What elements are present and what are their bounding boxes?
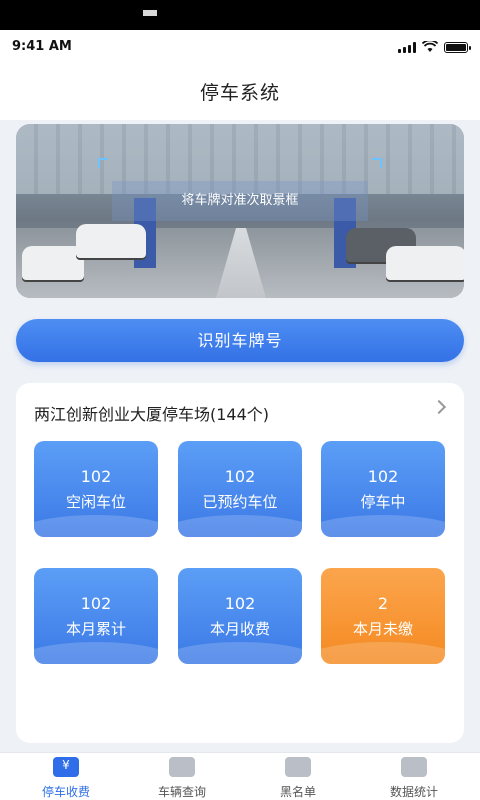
- camera-notch: [143, 10, 157, 16]
- parking-lot-title[interactable]: 两江创新创业大厦停车场(144个): [34, 401, 269, 425]
- top-bezel: [0, 0, 480, 30]
- tab-label: 数据统计: [389, 785, 438, 799]
- stat-tile-reserved[interactable]: 102 已预约车位: [178, 441, 302, 537]
- chevron-right-icon[interactable]: [431, 399, 447, 415]
- yen-icon: [53, 757, 79, 777]
- viewfinder-hint: 将车牌对准次取景框: [112, 181, 368, 221]
- parking-lot-card: 两江创新创业大厦停车场(144个) 102 空闲车位 102 已预约车位 102…: [16, 383, 464, 743]
- status-icons: [398, 41, 471, 53]
- blacklist-icon: [285, 757, 311, 777]
- tab-parking-fees[interactable]: 停车收费: [16, 757, 116, 800]
- status-bar: 9:41 AM: [0, 30, 480, 66]
- viewfinder-corner: [98, 158, 108, 168]
- page-title: 停车系统: [199, 82, 280, 104]
- stat-value: 102: [80, 467, 112, 486]
- stat-tile-free[interactable]: 102 空闲车位: [34, 441, 158, 537]
- stat-value: 102: [224, 467, 256, 486]
- stat-value: 102: [224, 594, 256, 613]
- parked-car: [386, 246, 464, 280]
- stat-label: 已预约车位: [202, 493, 278, 511]
- stat-tile-month-unpaid[interactable]: 2 本月未缴: [321, 568, 445, 664]
- tab-label: 停车收费: [41, 785, 90, 799]
- viewfinder-corner: [372, 158, 382, 168]
- tab-label: 黑名单: [279, 785, 316, 799]
- tab-vehicle-query[interactable]: 车辆查询: [132, 757, 232, 800]
- recognize-plate-button[interactable]: 识别车牌号: [16, 319, 464, 362]
- app-header: 停车系统: [0, 66, 480, 120]
- bottom-tab-bar: 停车收费 车辆查询 黑名单 数据统计: [0, 752, 480, 800]
- status-time: 9:41 AM: [12, 39, 72, 54]
- tile-wave: [34, 642, 158, 664]
- stats-icon: [401, 757, 427, 777]
- tile-wave: [321, 642, 445, 664]
- tile-wave: [178, 642, 302, 664]
- stat-label: 本月未缴: [352, 620, 413, 638]
- tile-wave: [321, 515, 445, 537]
- stat-value: 2: [377, 594, 389, 613]
- stat-label: 本月收费: [209, 620, 270, 638]
- signal-icon: [398, 42, 416, 53]
- tile-wave: [178, 515, 302, 537]
- tile-wave: [34, 515, 158, 537]
- camera-viewfinder[interactable]: 将车牌对准次取景框: [16, 124, 464, 298]
- tab-blacklist[interactable]: 黑名单: [248, 757, 348, 800]
- stat-tile-month-fees[interactable]: 102 本月收费: [178, 568, 302, 664]
- stat-label: 停车中: [360, 493, 406, 511]
- parked-car: [76, 224, 146, 258]
- stat-tile-month-total[interactable]: 102 本月累计: [34, 568, 158, 664]
- stat-value: 102: [80, 594, 112, 613]
- stat-value: 102: [367, 467, 399, 486]
- stat-tile-parking[interactable]: 102 停车中: [321, 441, 445, 537]
- battery-icon: [444, 42, 471, 53]
- car-icon: [169, 757, 195, 777]
- tab-statistics[interactable]: 数据统计: [364, 757, 464, 800]
- parked-car: [22, 246, 84, 280]
- stat-label: 本月累计: [65, 620, 126, 638]
- wifi-icon: [422, 41, 438, 52]
- tab-label: 车辆查询: [157, 785, 206, 799]
- stat-label: 空闲车位: [65, 493, 126, 511]
